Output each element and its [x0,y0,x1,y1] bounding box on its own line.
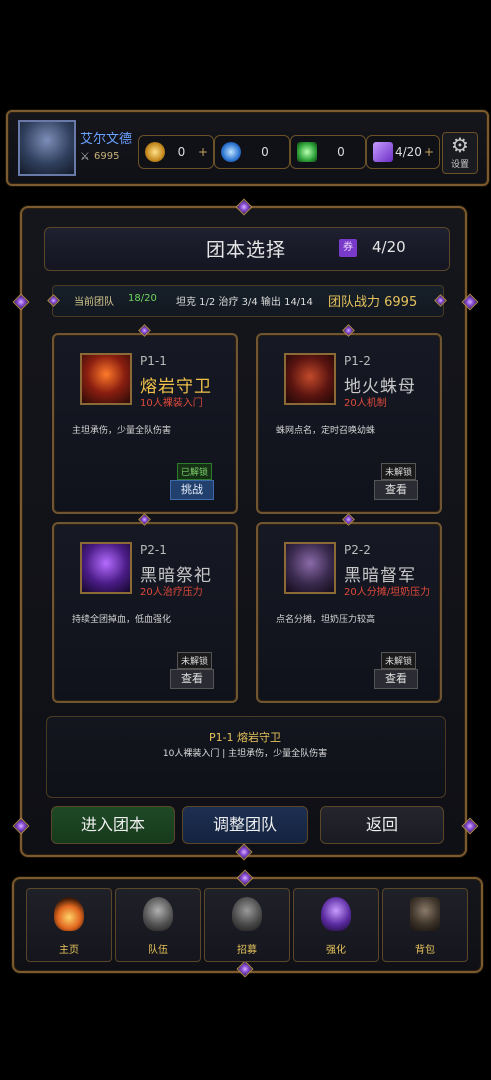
raid-description: 点名分摊，坦奶压力较高 [276,615,376,625]
enter-raid-button[interactable]: 进入团本 [51,806,175,844]
campfire-icon [54,897,84,931]
wizard-icon [321,897,351,931]
backpack-icon [410,897,440,931]
nav-item-bag[interactable]: 背包 [382,888,468,962]
raid-code: P2-1 [140,543,167,557]
avatar[interactable] [18,120,76,176]
lock-status: 未解锁 [176,652,212,669]
nav-item-home[interactable]: 主页 [26,888,112,962]
raid-card-p1-1[interactable]: P1-1 熔岩守卫 10人裸装入门 主坦承伤，少量全队伤害 已解锁 挑战 [52,333,238,514]
raid-subtitle: 10人裸装入门 [140,398,203,409]
ticket-count: 4/20 [372,238,406,256]
green-gem-icon [297,142,317,162]
view-button[interactable]: 查看 [374,669,418,689]
lock-status: 未解锁 [380,652,416,669]
settings-button[interactable]: ⚙ 设置 [442,132,478,174]
view-button[interactable]: 查看 [374,480,418,500]
ticket-badge: 券 [339,239,357,257]
raid-description: 蛛网点名，定时召唤幼蛛 [276,426,376,436]
raid-card-p2-2[interactable]: P2-2 黑暗督军 20人分摊/坦奶压力 点名分摊，坦奶压力较高 未解锁 查看 [256,522,442,703]
detail-text: 10人裸装入门 | 主坦承伤，少量全队伤害 [162,749,328,759]
nav-label: 主页 [59,945,79,956]
nav-item-team[interactable]: 队伍 [115,888,201,962]
gold-value: 0 [177,145,186,159]
player-name: 艾尔文德 [80,132,133,147]
team-count: 18/20 [128,293,157,304]
unlock-status: 已解锁 [176,463,212,480]
raid-code: P1-1 [140,354,167,368]
gear-icon: ⚙ [451,133,469,157]
ticket-icon [373,142,393,162]
emerald-value: 0 [337,145,345,159]
nav-label: 招募 [237,945,257,956]
team-roles: 坦克 1/2 治疗 3/4 输出 14/14 [176,297,313,308]
gold-plus-icon[interactable]: + [198,145,208,159]
nav-label: 队伍 [148,945,168,956]
nav-item-recruit[interactable]: 招募 [204,888,290,962]
lock-status: 未解锁 [380,463,416,480]
ticket-value: 4/20 [394,145,422,159]
gold-coin-icon [145,142,165,162]
lava-guardian-portrait [80,353,132,405]
sword-icon: ⚔ [80,150,90,163]
gem-resource[interactable]: 0 [214,135,290,169]
knight-helmet-icon [232,897,262,931]
view-button[interactable]: 查看 [170,669,214,689]
emerald-resource[interactable]: 0 [290,135,366,169]
raid-description: 持续全团掉血，低血强化 [72,615,172,625]
challenge-button[interactable]: 挑战 [170,480,214,500]
raid-card-p1-2[interactable]: P1-2 地火蛛母 20人机制 蛛网点名，定时召唤幼蛛 未解锁 查看 [256,333,442,514]
blue-gem-icon [221,142,241,162]
settings-label: 设置 [450,160,469,170]
raid-code: P2-2 [344,543,371,557]
adjust-team-button[interactable]: 调整团队 [182,806,308,844]
nav-label: 背包 [415,945,435,956]
team-label: 当前团队 [74,297,114,308]
helmet-icon [143,897,173,931]
nav-label: 强化 [326,945,346,956]
nav-item-enhance[interactable]: 强化 [293,888,379,962]
ticket-resource[interactable]: 4/20 + [366,135,440,169]
raid-subtitle: 20人分摊/坦奶压力 [344,587,431,598]
dark-warlord-portrait [284,542,336,594]
player-power: 6995 [94,151,120,162]
gold-resource[interactable]: 0 + [138,135,214,169]
dark-priest-portrait [80,542,132,594]
back-button[interactable]: 返回 [320,806,444,844]
raid-subtitle: 20人机制 [344,398,387,409]
gem-value: 0 [261,145,269,159]
raid-description: 主坦承伤，少量全队伤害 [72,426,172,436]
raid-card-p2-1[interactable]: P2-1 黑暗祭祀 20人治疗压力 持续全团掉血，低血强化 未解锁 查看 [52,522,238,703]
team-power: 团队战力 6995 [328,295,418,310]
raid-subtitle: 20人治疗压力 [140,587,203,598]
raid-code: P1-2 [344,354,371,368]
fire-spider-portrait [284,353,336,405]
detail-title: P1-1 熔岩守卫 [208,731,282,744]
ticket-plus-icon[interactable]: + [424,145,434,159]
